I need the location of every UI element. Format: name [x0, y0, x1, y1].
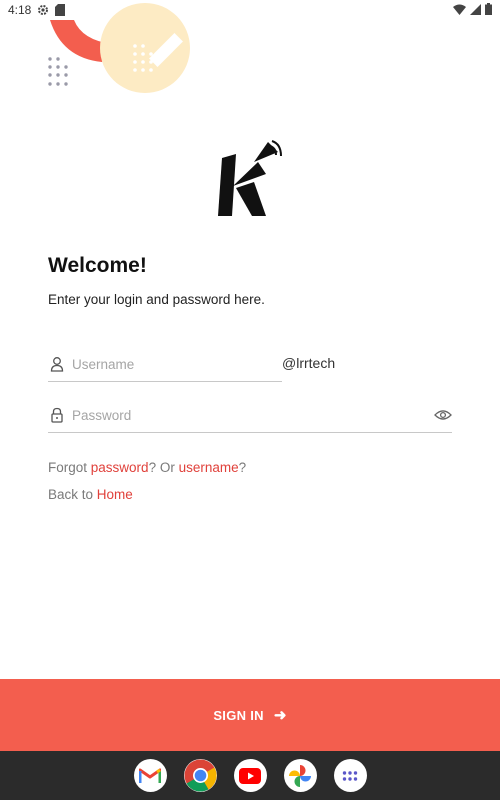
password-input[interactable] — [72, 404, 412, 426]
app-dock — [0, 751, 500, 800]
status-right — [453, 3, 492, 15]
forgot-middle: ? Or — [148, 460, 179, 475]
home-link[interactable]: Home — [97, 487, 133, 502]
username-input[interactable] — [72, 353, 272, 375]
welcome-subtitle: Enter your login and password here. — [48, 292, 265, 307]
chrome-icon[interactable] — [183, 759, 217, 792]
app-drawer-icon[interactable] — [333, 759, 367, 792]
show-password-eye-icon[interactable] — [434, 408, 452, 422]
youtube-icon[interactable] — [233, 759, 267, 792]
back-to-home-text: Back to Home — [48, 487, 133, 502]
password-field — [48, 400, 452, 433]
forgot-username-link[interactable]: username — [179, 460, 239, 475]
sign-in-button[interactable]: SIGN IN ➜ — [0, 679, 500, 751]
forgot-password-link[interactable]: password — [91, 460, 149, 475]
decorative-shapes — [48, 3, 190, 93]
forgot-prefix: Forgot — [48, 460, 91, 475]
back-prefix: Back to — [48, 487, 97, 502]
welcome-title: Welcome! — [48, 254, 147, 277]
cell-signal-icon — [470, 3, 481, 15]
gmail-icon[interactable] — [133, 759, 167, 792]
photos-icon[interactable] — [283, 759, 317, 792]
battery-icon — [485, 3, 492, 15]
wifi-icon — [453, 4, 466, 15]
sign-in-label: SIGN IN — [213, 707, 264, 723]
app-logo-k-icon — [218, 140, 282, 216]
username-domain-suffix: @lrrtech — [282, 355, 336, 371]
username-field — [48, 349, 282, 382]
forgot-suffix: ? — [238, 460, 247, 475]
arrow-right-icon: ➜ — [273, 707, 287, 724]
user-icon — [50, 357, 64, 372]
forgot-credentials-text: Forgot password? Or username? — [48, 460, 246, 475]
lock-icon — [51, 407, 63, 423]
